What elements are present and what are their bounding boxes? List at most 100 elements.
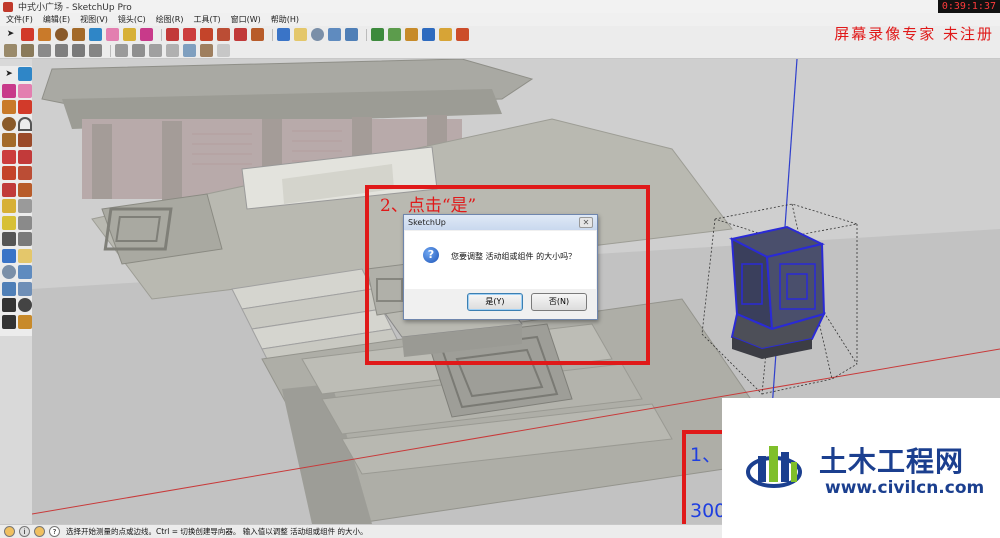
toggle-terrain-icon[interactable] — [388, 28, 401, 41]
civilcn-logo-icon — [746, 446, 802, 488]
line-tool-icon[interactable] — [18, 100, 32, 114]
menu-help[interactable]: 帮助(H) — [271, 14, 299, 25]
select-tool-icon[interactable]: ➤ — [4, 28, 17, 41]
pan-tool-icon[interactable] — [294, 28, 307, 41]
window-title: 中式小广场 - SketchUp Pro — [18, 3, 132, 13]
rectangle-tool-icon[interactable] — [38, 28, 51, 41]
extension-warehouse-icon[interactable] — [456, 28, 469, 41]
geolocation-icon[interactable] — [4, 526, 15, 537]
user-account-icon[interactable] — [34, 526, 45, 537]
text-tool-icon[interactable] — [18, 215, 32, 230]
scale-tool-icon[interactable] — [2, 182, 16, 197]
scale-tool-icon[interactable] — [234, 28, 247, 41]
zoom-tool-icon[interactable] — [311, 28, 324, 41]
rotate-tool-icon[interactable] — [200, 28, 213, 41]
hidden-line-icon[interactable] — [166, 44, 179, 57]
status-bar: i ? 选择开始测量的点或边线。Ctrl = 切换创建导向器。 输入值以调整 活… — [0, 524, 722, 538]
follow-me-icon[interactable] — [217, 28, 230, 41]
views-toolbar — [0, 43, 1000, 59]
tape-measure-icon[interactable] — [123, 28, 136, 41]
arc-tool-icon[interactable] — [18, 116, 32, 131]
recorder-watermark-text: 屏幕录像专家 未注册 — [834, 25, 994, 43]
offset-tool-icon[interactable] — [251, 28, 264, 41]
protractor-icon[interactable] — [2, 215, 16, 230]
section-plane-icon[interactable] — [18, 314, 32, 329]
zoom-extents-icon[interactable] — [345, 28, 358, 41]
toolbar-divider — [161, 28, 162, 41]
zoom-window-icon[interactable] — [328, 28, 341, 41]
left-view-icon[interactable] — [89, 44, 102, 57]
instructor-icon[interactable]: ? — [49, 526, 60, 537]
look-around-icon[interactable] — [18, 298, 32, 312]
freehand-tool-icon[interactable] — [18, 133, 32, 147]
share-model-icon[interactable] — [422, 28, 435, 41]
right-view-icon[interactable] — [55, 44, 68, 57]
iso-view-icon[interactable] — [4, 44, 17, 57]
paint-bucket-icon[interactable] — [140, 28, 153, 41]
top-view-icon[interactable] — [21, 44, 34, 57]
shaded-textures-icon[interactable] — [200, 44, 213, 57]
step2-instruction: 2、点击“是” — [380, 196, 477, 216]
eraser-tool-icon[interactable] — [106, 28, 119, 41]
3d-text-icon[interactable] — [18, 232, 32, 246]
large-tool-set: ➤ — [0, 66, 32, 336]
circle-tool-icon[interactable] — [55, 28, 68, 41]
wireframe-icon[interactable] — [149, 44, 162, 57]
orbit-tool-icon[interactable] — [277, 28, 290, 41]
menu-edit[interactable]: 编辑(E) — [43, 14, 70, 25]
recording-timer: 0:39:1:37 — [937, 0, 1000, 13]
share-component-icon[interactable] — [439, 28, 452, 41]
front-view-icon[interactable] — [38, 44, 51, 57]
pencil-tool-icon[interactable] — [21, 28, 34, 41]
walk-tool-icon[interactable] — [2, 314, 16, 329]
menu-draw[interactable]: 绘图(R) — [156, 14, 184, 25]
menu-tools[interactable]: 工具(T) — [194, 14, 221, 25]
status-hint-text: 选择开始测量的点或边线。Ctrl = 切换创建导向器。 输入值以调整 活动组或组… — [66, 527, 368, 536]
rotate-tool-icon[interactable] — [2, 166, 16, 180]
push-pull-icon[interactable] — [166, 28, 179, 41]
circle-tool-icon[interactable] — [2, 116, 16, 131]
menu-view[interactable]: 视图(V) — [80, 14, 108, 25]
push-pull-icon[interactable] — [18, 149, 32, 164]
zoom-extents-icon[interactable] — [2, 281, 16, 296]
dimension-tool-icon[interactable] — [18, 199, 32, 213]
follow-me-icon[interactable] — [18, 166, 32, 180]
menu-window[interactable]: 窗口(W) — [231, 14, 261, 25]
previous-view-icon[interactable] — [18, 281, 32, 296]
shaded-icon[interactable] — [183, 44, 196, 57]
sketchup-logo-icon — [3, 1, 13, 12]
menu-file[interactable]: 文件(F) — [6, 14, 33, 25]
credits-icon[interactable]: i — [19, 526, 30, 537]
axes-tool-icon[interactable] — [2, 232, 16, 246]
back-edges-icon[interactable] — [132, 44, 145, 57]
polygon-tool-icon[interactable] — [2, 133, 16, 147]
site-watermark: 土木工程网 www.civilcn.com — [722, 398, 1000, 538]
toolbar-divider — [272, 28, 273, 41]
position-camera-icon[interactable] — [2, 298, 16, 312]
toolbar-divider — [110, 44, 111, 57]
paint-bucket-icon[interactable] — [2, 83, 16, 98]
get-models-icon[interactable] — [405, 28, 418, 41]
make-component-icon[interactable] — [18, 67, 32, 81]
xray-style-icon[interactable] — [115, 44, 128, 57]
menu-camera[interactable]: 镜头(C) — [118, 14, 146, 25]
zoom-tool-icon[interactable] — [2, 265, 16, 279]
toolbar-divider — [366, 28, 367, 41]
pan-tool-icon[interactable] — [18, 248, 32, 263]
back-view-icon[interactable] — [72, 44, 85, 57]
monochrome-icon[interactable] — [217, 44, 230, 57]
add-location-icon[interactable] — [371, 28, 384, 41]
move-tool-icon[interactable] — [183, 28, 196, 41]
rectangle-tool-icon[interactable] — [2, 100, 16, 114]
title-bar: 中式小广场 - SketchUp Pro 0:39:1:37 — [0, 0, 1000, 13]
offset-tool-icon[interactable] — [18, 182, 32, 197]
tape-measure-icon[interactable] — [2, 199, 16, 213]
selected-lantern-component[interactable] — [729, 225, 826, 359]
move-tool-icon[interactable] — [2, 149, 16, 164]
make-component-icon[interactable] — [89, 28, 102, 41]
select-tool-icon[interactable]: ➤ — [2, 67, 16, 81]
orbit-tool-icon[interactable] — [2, 248, 16, 263]
polygon-tool-icon[interactable] — [72, 28, 85, 41]
zoom-window-icon[interactable] — [18, 265, 32, 279]
eraser-tool-icon[interactable] — [18, 83, 32, 98]
